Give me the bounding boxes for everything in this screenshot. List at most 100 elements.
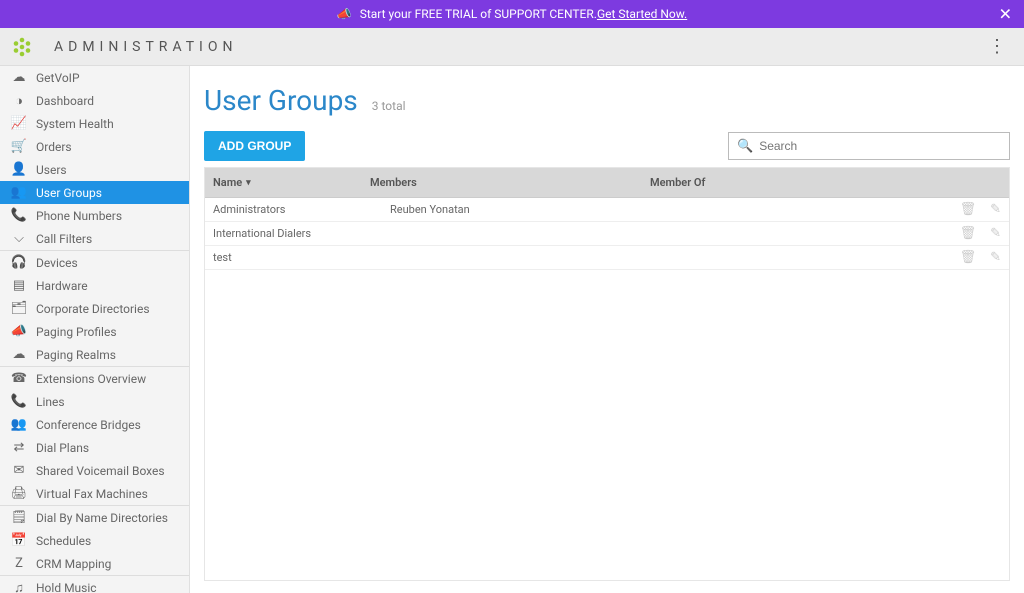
sidebar-item-getvoip[interactable]: ☁ GetVoIP xyxy=(0,66,189,89)
hw-icon: ▤ xyxy=(10,278,28,293)
bullpage-icon: 📣 xyxy=(10,324,28,339)
search-icon: 🔍 xyxy=(737,139,753,154)
vm-icon: ✉ xyxy=(10,463,28,478)
search-field[interactable]: 🔍 xyxy=(728,132,1010,160)
page-title: User Groups xyxy=(204,84,358,117)
sidebar-item-label: User Groups xyxy=(36,186,102,200)
sidebar-item-system-health[interactable]: 📈System Health xyxy=(0,112,189,135)
crm-icon: Z xyxy=(10,556,28,571)
sidebar-item-label: Hold Music xyxy=(36,581,97,593)
sidebar-item-paging-profiles[interactable]: 📣 Paging Profiles xyxy=(0,320,189,343)
sidebar-item-label: Users xyxy=(36,163,67,177)
sidebar-item-crm-mapping[interactable]: Z CRM Mapping xyxy=(0,552,189,575)
delete-icon[interactable]: 🗑 xyxy=(960,202,977,217)
main-content: User Groups 3 total ADD GROUP 🔍 Name ▾ M… xyxy=(190,66,1024,593)
sidebar-item-dial-plans[interactable]: ⇄ Dial Plans xyxy=(0,436,189,459)
table-row[interactable]: International Dialers 🗑 ✎ xyxy=(205,222,1009,246)
edit-icon[interactable]: ✎ xyxy=(990,202,1001,217)
sidebar-item-label: Orders xyxy=(36,140,72,154)
page-subtitle: 3 total xyxy=(372,99,406,113)
sidebar-item-devices[interactable]: 🎧 Devices xyxy=(0,251,189,274)
sidebar-item-users[interactable]: 👤 Users xyxy=(0,158,189,181)
col-name-header[interactable]: Name ▾ xyxy=(205,176,370,189)
sidebar-item-conference-bridges[interactable]: 👥 Conference Bridges xyxy=(0,413,189,436)
sidebar-item-label: Paging Profiles xyxy=(36,325,117,339)
col-members-header[interactable]: Members xyxy=(370,176,650,189)
sidebar-item-lines[interactable]: 📞 Lines xyxy=(0,390,189,413)
sidebar-item-virtual-fax-machines[interactable]: 🖨 Virtual Fax Machines xyxy=(0,482,189,505)
sidebar-item-label: Devices xyxy=(36,256,78,270)
sidebar-item-phone-numbers[interactable]: 📞Phone Numbers xyxy=(0,204,189,227)
dial-icon: ⇄ xyxy=(10,440,28,455)
groups-table: Name ▾ Members Member Of AdministratorsR… xyxy=(204,167,1010,581)
music-icon: ♫ xyxy=(10,580,28,593)
sidebar-item-label: Lines xyxy=(36,395,65,409)
funnel-icon: ⌵ xyxy=(10,231,28,246)
sidebar-item-dial-by-name-directories[interactable]: 🗒 Dial By Name Directories xyxy=(0,506,189,529)
sort-desc-icon: ▾ xyxy=(246,178,251,188)
sidebar-item-label: Hardware xyxy=(36,279,88,293)
logo-icon xyxy=(10,35,34,59)
user-icon: 👤 xyxy=(10,162,28,177)
edit-icon[interactable]: ✎ xyxy=(990,226,1001,241)
sidebar-item-user-groups[interactable]: 👥 User Groups xyxy=(0,181,189,204)
cloud-icon: ☁ xyxy=(10,70,28,85)
conf-icon: 👥 xyxy=(10,417,28,432)
cell-members: Reuben Yonatan xyxy=(370,203,650,216)
sidebar-item-label: Shared Voicemail Boxes xyxy=(36,464,165,478)
sidebar: ☁ GetVoIP ◑ Dashboard 📈System Health 🛒 Orders 👤… xyxy=(0,66,190,593)
cell-name: Administrators xyxy=(205,203,370,216)
fax-icon: 🖨 xyxy=(10,486,28,501)
table-row[interactable]: AdministratorsReuben Yonatan 🗑 ✎ xyxy=(205,198,1009,222)
sidebar-item-extensions-overview[interactable]: ☎ Extensions Overview xyxy=(0,367,189,390)
cal-icon: 📅 xyxy=(10,533,28,548)
sidebar-item-label: Dial Plans xyxy=(36,441,89,455)
promo-banner: 📣 Start your FREE TRIAL of SUPPORT CENTE… xyxy=(0,0,1024,28)
sidebar-item-label: Call Filters xyxy=(36,232,92,246)
table-row[interactable]: test 🗑 ✎ xyxy=(205,246,1009,270)
sidebar-item-shared-voicemail-boxes[interactable]: ✉ Shared Voicemail Boxes xyxy=(0,459,189,482)
sidebar-item-label: CRM Mapping xyxy=(36,557,111,571)
cart-icon: 🛒 xyxy=(10,139,28,154)
dbn-icon: 🗒 xyxy=(10,510,28,525)
sidebar-item-label: Virtual Fax Machines xyxy=(36,487,148,501)
table-header: Name ▾ Members Member Of xyxy=(205,168,1009,198)
delete-icon[interactable]: 🗑 xyxy=(960,226,977,241)
sidebar-item-label: Conference Bridges xyxy=(36,418,141,432)
sidebar-item-call-filters[interactable]: ⌵ Call Filters xyxy=(0,227,189,250)
sidebar-item-dashboard[interactable]: ◑ Dashboard xyxy=(0,89,189,112)
sidebar-item-label: Dial By Name Directories xyxy=(36,511,168,525)
sidebar-item-label: Extensions Overview xyxy=(36,372,146,386)
app-title: ADMINISTRATION xyxy=(54,39,237,55)
phone-icon: 📞 xyxy=(10,208,28,223)
edit-icon[interactable]: ✎ xyxy=(990,250,1001,265)
sidebar-item-schedules[interactable]: 📅 Schedules xyxy=(0,529,189,552)
delete-icon[interactable]: 🗑 xyxy=(960,250,977,265)
cloud2-icon: ☁ xyxy=(10,347,28,362)
sidebar-item-orders[interactable]: 🛒 Orders xyxy=(0,135,189,158)
sidebar-item-label: GetVoIP xyxy=(36,71,80,85)
gauge-icon: ◑ xyxy=(10,93,28,109)
search-input[interactable] xyxy=(759,139,1001,153)
banner-link[interactable]: Get Started Now. xyxy=(597,7,687,21)
sidebar-item-hold-music[interactable]: ♫ Hold Music xyxy=(0,576,189,593)
headset-icon: 🎧 xyxy=(10,255,28,270)
kebab-menu-icon[interactable]: ⋮ xyxy=(980,36,1014,57)
sidebar-item-paging-realms[interactable]: ☁ Paging Realms xyxy=(0,343,189,366)
ext-icon: ☎ xyxy=(10,371,28,386)
add-group-button[interactable]: ADD GROUP xyxy=(204,131,305,161)
cell-name: test xyxy=(205,251,370,264)
sidebar-item-corporate-directories[interactable]: 🗂Corporate Directories xyxy=(0,297,189,320)
app-header: ADMINISTRATION ⋮ xyxy=(0,28,1024,66)
close-icon[interactable]: ✕ xyxy=(999,5,1012,24)
sidebar-item-label: Dashboard xyxy=(36,94,94,108)
group-icon: 👥 xyxy=(10,185,28,200)
line-icon: 📞 xyxy=(10,394,28,409)
pulse-icon: 📈 xyxy=(10,116,28,131)
cell-name: International Dialers xyxy=(205,227,370,240)
bullhorn-icon: 📣 xyxy=(337,7,352,21)
sidebar-item-label: Schedules xyxy=(36,534,91,548)
sidebar-item-label: Paging Realms xyxy=(36,348,116,362)
col-memberof-header[interactable]: Member Of xyxy=(650,176,890,189)
sidebar-item-hardware[interactable]: ▤ Hardware xyxy=(0,274,189,297)
